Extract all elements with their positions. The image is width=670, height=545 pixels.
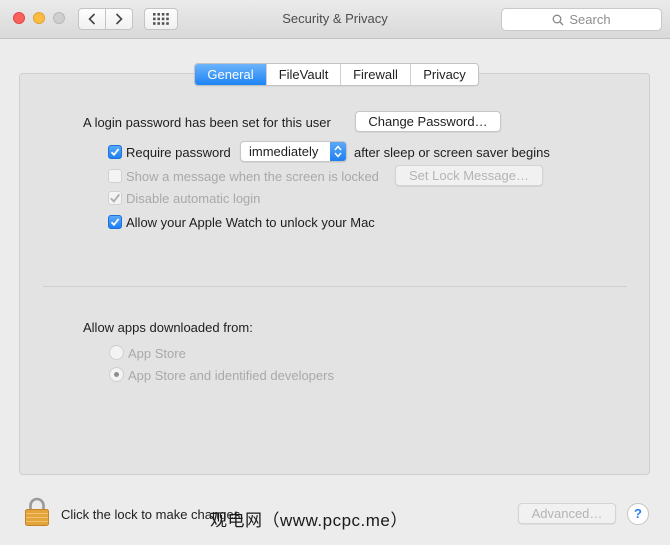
login-password-label: A login password has been set for this u…	[83, 115, 331, 130]
allow-apps-heading: Allow apps downloaded from:	[83, 320, 253, 335]
radio-app-store[interactable]	[109, 345, 124, 360]
radio-identified-developers-label: App Store and identified developers	[128, 368, 334, 383]
show-message-label: Show a message when the screen is locked	[126, 169, 379, 184]
title-bar: Security & Privacy Search	[0, 0, 670, 39]
search-icon	[552, 14, 564, 25]
radio-identified-developers[interactable]	[109, 367, 124, 382]
tab-firewall[interactable]: Firewall	[341, 64, 411, 85]
tab-privacy[interactable]: Privacy	[411, 64, 478, 85]
require-password-label: Require password	[126, 145, 231, 160]
popup-arrows-icon	[330, 142, 346, 161]
set-lock-message-button[interactable]: Set Lock Message…	[395, 165, 543, 186]
show-message-checkbox[interactable]	[108, 169, 122, 183]
require-password-delay-select[interactable]: immediately	[240, 141, 347, 162]
help-button[interactable]: ?	[627, 503, 649, 525]
watermark-text: 观电网（www.pcpc.me）	[210, 511, 408, 530]
search-field[interactable]: Search	[501, 8, 662, 31]
change-password-button[interactable]: Change Password…	[355, 111, 501, 132]
tab-filevault[interactable]: FileVault	[267, 64, 341, 85]
radio-app-store-label: App Store	[128, 346, 186, 361]
search-placeholder: Search	[569, 12, 611, 27]
disable-auto-login-label: Disable automatic login	[126, 191, 261, 206]
checkmark-icon	[110, 193, 121, 203]
tab-general[interactable]: General	[195, 64, 267, 85]
disable-auto-login-checkbox[interactable]	[108, 191, 122, 205]
radio-selected-dot	[114, 372, 119, 377]
tab-bar: General FileVault Firewall Privacy	[194, 63, 479, 86]
apple-watch-checkbox[interactable]	[108, 215, 122, 229]
security-privacy-window: Security & Privacy Search General FileVa…	[0, 0, 670, 545]
checkmark-icon	[110, 218, 120, 227]
require-password-suffix: after sleep or screen saver begins	[354, 145, 550, 160]
advanced-button[interactable]: Advanced…	[518, 503, 616, 524]
lock-icon[interactable]	[24, 497, 50, 530]
require-password-checkbox[interactable]	[108, 145, 122, 159]
apple-watch-label: Allow your Apple Watch to unlock your Ma…	[126, 215, 375, 230]
require-password-delay-value: immediately	[249, 144, 319, 159]
checkmark-icon	[110, 148, 120, 157]
general-pane	[19, 73, 650, 475]
section-divider	[43, 286, 627, 287]
